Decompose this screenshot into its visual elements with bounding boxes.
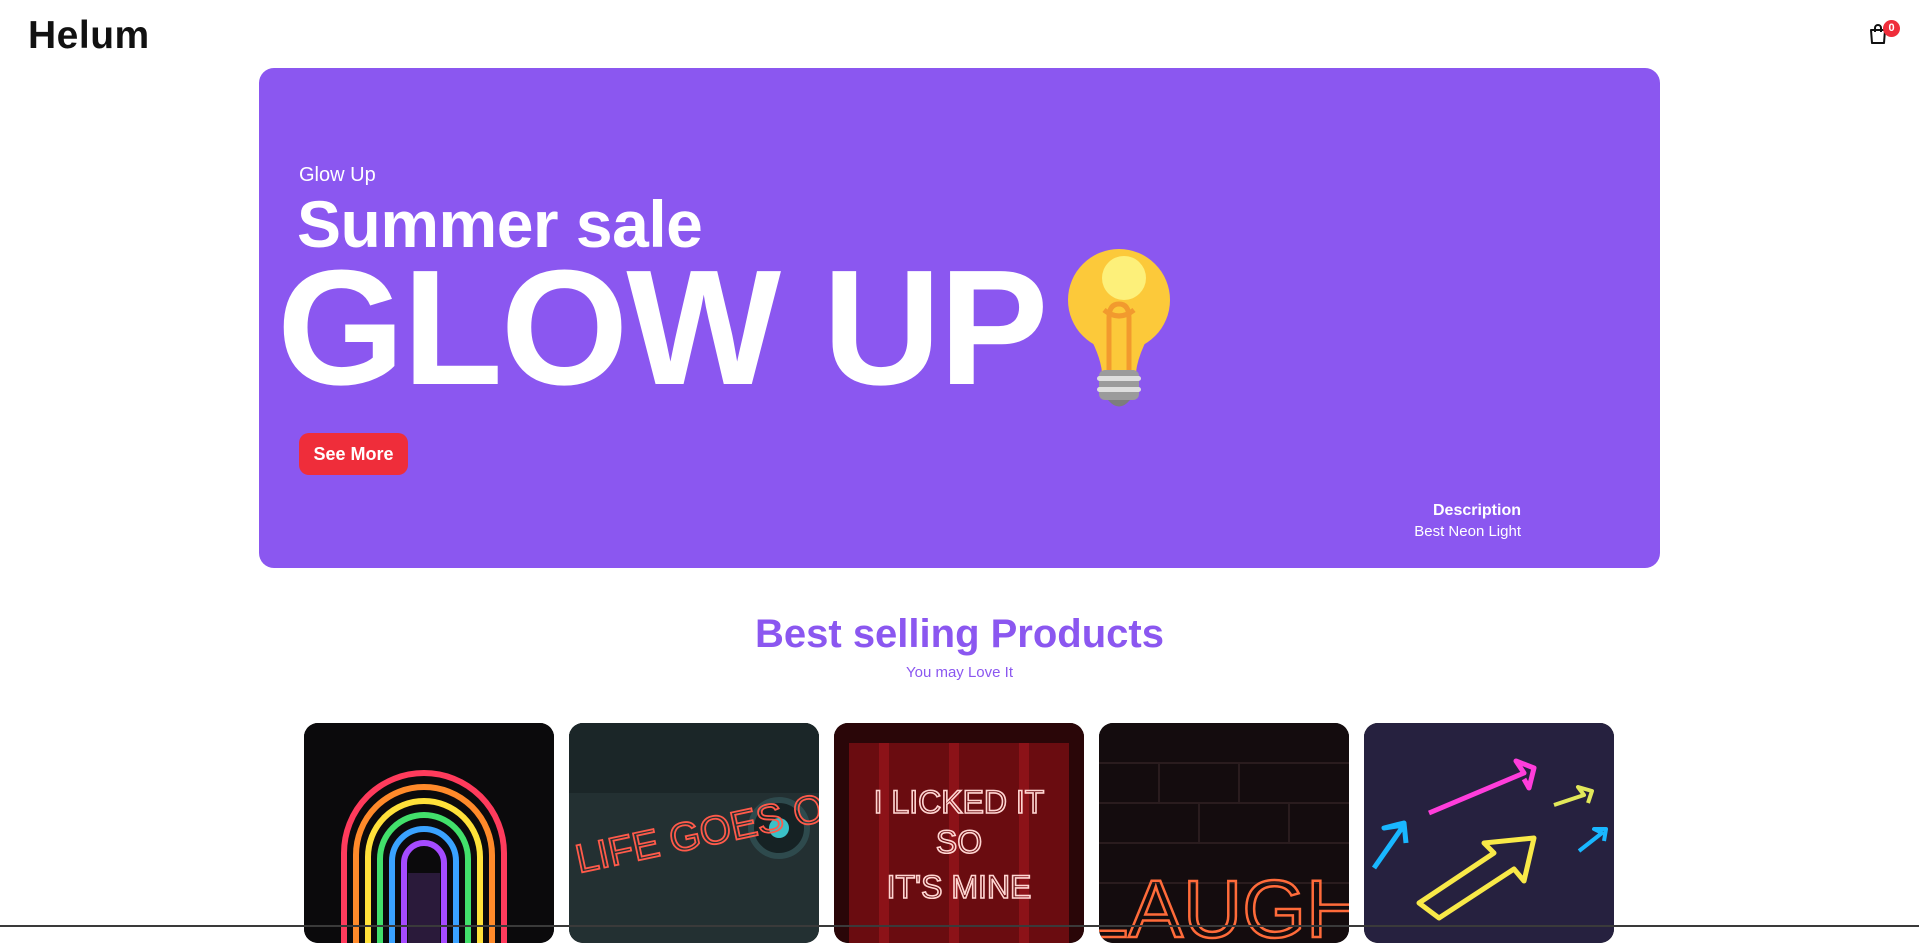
rainbow-neon-image	[304, 723, 554, 943]
hero-description: Description Best Neon Light	[1414, 502, 1521, 540]
product-card-rainbow[interactable]	[304, 723, 554, 943]
product-card-arrows[interactable]	[1364, 723, 1614, 943]
product-card-life-goes-on[interactable]: LIFE GOES ON	[569, 723, 819, 943]
hero-kicker: Glow Up	[299, 164, 376, 186]
light-bulb-icon	[1068, 249, 1170, 407]
cart-button[interactable]: 0	[1866, 20, 1900, 52]
site-logo[interactable]: Helum	[28, 14, 150, 58]
product-sign-line-3: IT'S MINE	[887, 869, 1032, 905]
description-title: Description	[1432, 502, 1521, 519]
section-subtitle: You may Love It	[905, 664, 1013, 681]
product-sign-line-1: I LICKED IT	[874, 784, 1045, 820]
product-sign-text: LAUGH	[1099, 864, 1349, 943]
laugh-neon-image: LAUGH	[1099, 723, 1349, 943]
hero-banner: Glow Up Summer sale GLOW UP See More Des…	[259, 68, 1660, 568]
hero-title: GLOW UP	[277, 236, 1048, 419]
product-card-i-licked-it[interactable]: I LICKED IT SO IT'S MINE	[834, 723, 1084, 943]
section-title: Best selling Products	[755, 612, 1164, 656]
life-goes-on-neon-image: LIFE GOES ON	[569, 723, 819, 943]
i-licked-it-neon-image: I LICKED IT SO IT'S MINE	[834, 723, 1084, 943]
neon-arrows-image	[1364, 723, 1614, 943]
see-more-button[interactable]: See More	[299, 433, 408, 475]
description-text: Best Neon Light	[1414, 523, 1521, 540]
cart-count-badge: 0	[1883, 20, 1900, 37]
product-card-laugh[interactable]: LAUGH	[1099, 723, 1349, 943]
product-sign-line-2: SO	[936, 824, 982, 860]
